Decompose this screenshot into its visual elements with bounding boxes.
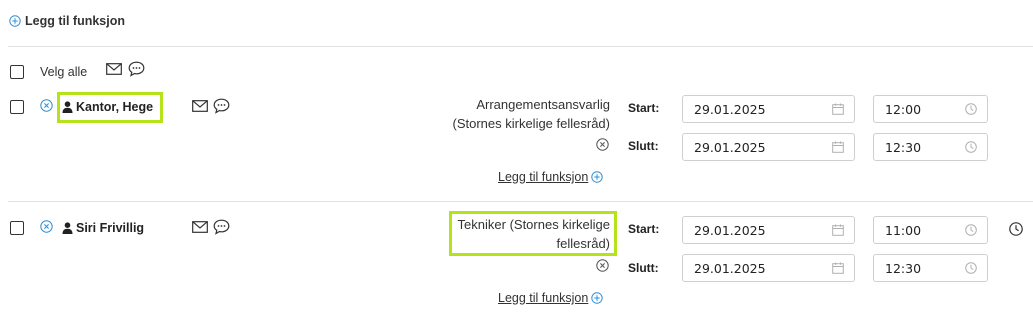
- message-icon[interactable]: [213, 98, 230, 114]
- start-date-field[interactable]: 29.01.2025: [682, 95, 855, 123]
- add-function-top-label: Legg til funksjon: [25, 14, 125, 28]
- role-line: fellesråd): [556, 236, 610, 251]
- start-date-field[interactable]: 29.01.2025: [682, 216, 855, 244]
- start-time-value: 12:00: [885, 101, 922, 117]
- role-line: Tekniker (Stornes kirkelige: [457, 217, 610, 232]
- add-function-link-label: Legg til funksjon: [498, 170, 589, 184]
- mail-icon[interactable]: [192, 221, 208, 233]
- remove-circle-icon[interactable]: [40, 99, 53, 112]
- plus-circle-icon: [591, 171, 604, 183]
- divider: [8, 46, 1033, 47]
- remove-role-icon[interactable]: [596, 259, 609, 272]
- person-name-label: Siri Frivillig: [76, 221, 145, 235]
- person-name[interactable]: Siri Frivillig: [62, 221, 144, 235]
- divider: [8, 201, 1033, 202]
- calendar-icon[interactable]: [832, 262, 844, 274]
- end-date-value: 29.01.2025: [694, 260, 766, 276]
- select-all-checkbox[interactable]: [10, 65, 24, 79]
- person-icon: [62, 101, 73, 113]
- end-time-field[interactable]: 12:30: [873, 133, 988, 161]
- start-time-field[interactable]: 11:00: [873, 216, 988, 244]
- mail-all-icon[interactable]: [106, 63, 122, 75]
- add-function-top-button[interactable]: Legg til funksjon: [9, 14, 125, 28]
- row-checkbox[interactable]: [10, 100, 24, 114]
- person-name-label: Kantor, Hege: [76, 100, 154, 114]
- clock-icon[interactable]: [965, 224, 977, 236]
- role-line: Arrangementsansvarlig: [476, 97, 610, 112]
- end-label: Slutt:: [628, 261, 659, 275]
- person-icon: [62, 222, 73, 234]
- add-function-link-label: Legg til funksjon: [498, 291, 589, 305]
- end-time-value: 12:30: [885, 139, 922, 155]
- select-all-label: Velg alle: [40, 65, 88, 79]
- clock-icon[interactable]: [965, 103, 977, 115]
- start-label: Start:: [628, 101, 660, 115]
- start-date-value: 29.01.2025: [694, 101, 766, 117]
- clock-icon[interactable]: [965, 262, 977, 274]
- start-time-field[interactable]: 12:00: [873, 95, 988, 123]
- calendar-icon[interactable]: [832, 224, 844, 236]
- end-date-field[interactable]: 29.01.2025: [682, 254, 855, 282]
- role-line: (Stornes kirkelige fellesråd): [452, 116, 610, 131]
- mail-icon[interactable]: [192, 100, 208, 112]
- calendar-icon[interactable]: [832, 141, 844, 153]
- remove-circle-icon[interactable]: [40, 220, 53, 233]
- remove-role-icon[interactable]: [596, 138, 609, 151]
- start-date-value: 29.01.2025: [694, 222, 766, 238]
- role-text: Arrangementsansvarlig (Stornes kirkelige…: [452, 95, 610, 133]
- person-name[interactable]: Kantor, Hege: [62, 100, 153, 114]
- message-icon[interactable]: [213, 219, 230, 235]
- plus-circle-icon: [9, 15, 21, 27]
- end-time-field[interactable]: 12:30: [873, 254, 988, 282]
- end-date-field[interactable]: 29.01.2025: [682, 133, 855, 161]
- time-alert-clock-icon[interactable]: [1009, 222, 1023, 236]
- end-date-value: 29.01.2025: [694, 139, 766, 155]
- plus-circle-icon: [591, 292, 604, 304]
- start-time-value: 11:00: [885, 222, 922, 238]
- calendar-icon[interactable]: [832, 103, 844, 115]
- add-function-link[interactable]: Legg til funksjon: [498, 170, 604, 184]
- end-label: Slutt:: [628, 139, 659, 153]
- role-text: Tekniker (Stornes kirkelige fellesråd): [458, 215, 610, 253]
- message-all-icon[interactable]: [128, 61, 145, 77]
- add-function-link[interactable]: Legg til funksjon: [498, 291, 604, 305]
- end-time-value: 12:30: [885, 260, 922, 276]
- clock-icon[interactable]: [965, 141, 977, 153]
- start-label: Start:: [628, 222, 660, 236]
- row-checkbox[interactable]: [10, 221, 24, 235]
